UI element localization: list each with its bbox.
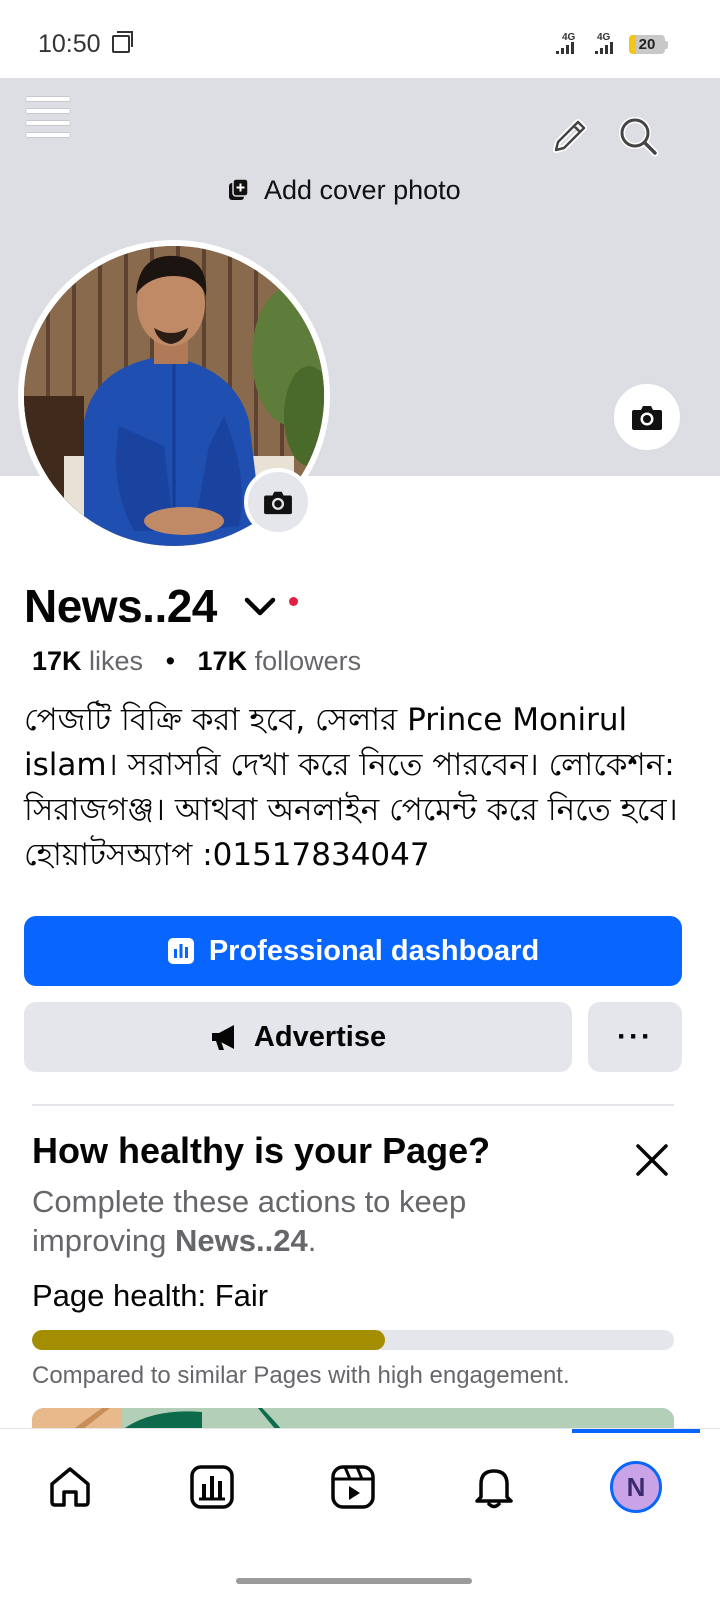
chevron-down-icon[interactable]	[241, 587, 279, 625]
more-icon: ···	[617, 1020, 653, 1053]
advertise-label: Advertise	[253, 1020, 387, 1053]
status-bar: 10:50 4G 4G 20	[0, 0, 720, 80]
health-status-label: Page health:	[32, 1278, 215, 1313]
stats-separator: •	[165, 646, 176, 676]
menu-icon[interactable]	[26, 97, 70, 137]
page-name: News..24	[24, 580, 217, 632]
camera-icon	[632, 406, 662, 430]
bottom-navigation: N	[0, 1428, 720, 1600]
cover-camera-button[interactable]	[612, 382, 682, 452]
notification-dot	[288, 596, 298, 606]
signal-icon	[556, 42, 574, 54]
page-health-status: Page health: Fair	[32, 1278, 268, 1314]
nav-home[interactable]	[42, 1459, 98, 1515]
nav-reels[interactable]	[325, 1459, 381, 1515]
add-photo-icon	[229, 178, 249, 200]
add-cover-photo-button[interactable]: Add cover photo	[228, 172, 461, 208]
pencil-icon[interactable]	[548, 114, 592, 158]
health-card-illustration	[32, 1408, 674, 1430]
avatar-initial: N	[626, 1471, 646, 1502]
home-gesture-bar[interactable]	[236, 1578, 472, 1584]
section-divider	[32, 1104, 674, 1106]
followers-label: followers	[247, 646, 362, 676]
professional-dashboard-button[interactable]: Professional dashboard	[24, 916, 682, 986]
megaphone-icon	[211, 1025, 234, 1050]
more-options-button[interactable]: ···	[588, 1002, 682, 1072]
nav-active-indicator	[572, 1429, 700, 1433]
search-icon[interactable]	[616, 114, 660, 158]
status-time: 10:50	[38, 30, 101, 58]
nav-profile[interactable]: N	[608, 1459, 664, 1515]
health-status-value: Fair	[214, 1278, 269, 1313]
nav-notifications[interactable]	[466, 1459, 522, 1515]
page-health-title: How healthy is your Page?	[32, 1130, 491, 1171]
reels-icon	[331, 1465, 375, 1509]
add-cover-photo-label: Add cover photo	[264, 174, 461, 205]
advertise-button[interactable]: Advertise	[24, 1002, 572, 1072]
close-icon[interactable]	[632, 1140, 672, 1180]
page-health-description: Complete these actions to keep improving…	[32, 1182, 592, 1260]
nav-professional-dashboard[interactable]	[184, 1459, 240, 1515]
battery-icon: 20	[629, 35, 665, 54]
battery-nub	[665, 41, 668, 49]
likes-count: 17K	[32, 646, 82, 676]
page-name-row: News..24	[24, 578, 298, 634]
followers-count: 17K	[197, 646, 248, 676]
profile-avatar: N	[610, 1461, 662, 1513]
professional-dashboard-label: Professional dashboard	[208, 934, 540, 967]
health-desc-page: News..24	[175, 1223, 308, 1258]
health-progress-fill	[32, 1330, 386, 1350]
health-desc-suffix: .	[307, 1223, 317, 1258]
signal-icon	[595, 42, 613, 54]
notifications-icon	[475, 1469, 513, 1509]
page-stats: 17K likes • 17K followers	[32, 646, 361, 677]
likes-label: likes	[81, 646, 144, 676]
profile-camera-button[interactable]	[244, 468, 312, 536]
home-icon	[50, 1467, 90, 1507]
dashboard-icon	[190, 1465, 234, 1509]
page-bio: পেজটি বিক্রি করা হবে, সেলার Prince Monir…	[24, 702, 678, 873]
health-progress-bar	[32, 1330, 674, 1350]
camera-icon	[264, 491, 292, 515]
dashboard-chart-icon	[167, 938, 194, 964]
battery-level: 20	[638, 36, 656, 53]
screen-record-icon	[112, 31, 133, 53]
health-comparison-note: Compared to similar Pages with high enga…	[32, 1362, 570, 1389]
